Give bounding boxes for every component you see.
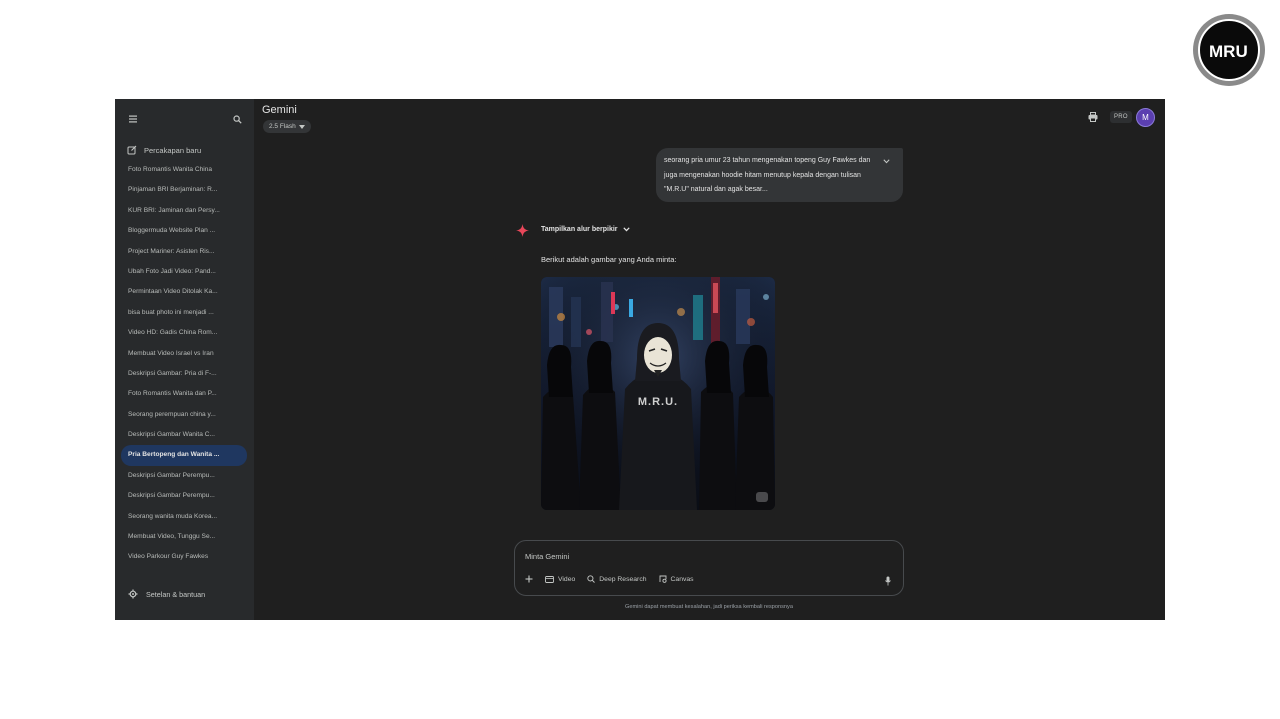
hamburger-icon (129, 115, 137, 123)
edit-icon (127, 145, 137, 155)
recent-chat-item[interactable]: Pinjaman BRI Berjaminan: R... (121, 180, 247, 200)
microphone-button[interactable] (883, 575, 893, 587)
new-chat-label: Percakapan baru (144, 145, 202, 155)
hoodie-text: M.R.U. (638, 396, 678, 408)
recent-chat-item[interactable]: Video Parkour Guy Fawkes (121, 547, 247, 567)
recent-chat-item[interactable]: Project Mariner: Asisten Ris... (121, 242, 247, 262)
prompt-input[interactable] (525, 549, 855, 563)
disclaimer-text: Gemini dapat membuat kesalahan, jadi per… (625, 604, 793, 610)
recent-chat-item[interactable]: Video HD: Gadis China Rom... (121, 323, 247, 343)
recent-chat-item[interactable]: Membuat Video Israel vs Iran (121, 344, 247, 364)
response-text: Berikut adalah gambar yang Anda minta: (541, 255, 677, 264)
recent-chat-item[interactable]: Deskripsi Gambar Perempu... (121, 486, 247, 506)
deep-research-button[interactable]: Deep Research (587, 575, 647, 583)
gemini-spark-icon (516, 224, 529, 237)
thinking-label: Tampilkan alur berpikir (541, 226, 618, 233)
gemini-app-window: Percakapan baru Foto Romantis Wanita Chi… (115, 99, 1165, 620)
search-button[interactable] (227, 109, 247, 129)
recent-chat-item-active[interactable]: Pria Bertopeng dan Wanita ... (121, 445, 247, 466)
caret-down-icon (298, 124, 305, 129)
recent-chat-item[interactable]: KUR BRI: Jaminan dan Persy... (121, 201, 247, 221)
pro-badge: PRO (1110, 111, 1132, 123)
recent-chat-item[interactable]: Seorang perempuan china y... (121, 405, 247, 425)
logo-mark: MRU (1209, 42, 1248, 61)
recent-chat-item[interactable]: Deskripsi Gambar Perempu... (121, 466, 247, 486)
app-title: Gemini (262, 104, 297, 116)
recent-chat-item[interactable]: Membuat Video, Tunggu Se... (121, 527, 247, 547)
recent-chat-item[interactable]: Foto Romantis Wanita China (121, 160, 247, 180)
new-chat-button[interactable]: Percakapan baru (127, 142, 247, 158)
user-message-text: seorang pria umur 23 tahun mengenakan to… (664, 157, 871, 193)
user-message-bubble: seorang pria umur 23 tahun mengenakan to… (656, 148, 903, 202)
recent-chat-item[interactable]: Deskripsi Gambar Wanita C... (121, 425, 247, 445)
model-label: 2.5 Flash (269, 123, 296, 130)
generated-image-art: M.R.U. (541, 277, 775, 510)
recent-chat-item[interactable]: Bloggermuda Website Plan ... (121, 221, 247, 241)
settings-label: Setelan & bantuan (146, 589, 206, 599)
logo-text: MRU (1209, 42, 1248, 61)
recent-chat-item[interactable]: Permintaan Video Ditolak Ka... (121, 282, 247, 302)
deep-research-label: Deep Research (599, 575, 647, 583)
logo-inner: MRU (1198, 19, 1260, 81)
recent-chats-list: Foto Romantis Wanita China Pinjaman BRI B… (121, 160, 247, 568)
chevron-down-icon (882, 158, 890, 163)
prompt-composer: Video Deep Research Canvas (514, 540, 904, 596)
menu-button[interactable] (123, 109, 143, 129)
print-button[interactable] (1086, 110, 1100, 124)
video-icon (545, 575, 554, 583)
canvas-tool-label: Canvas (670, 575, 694, 583)
show-thinking-button[interactable]: Tampilkan alur berpikir (541, 226, 630, 233)
video-tool-label: Video (558, 575, 576, 583)
model-selector[interactable]: 2.5 Flash (263, 120, 311, 133)
canvas-icon (659, 575, 667, 583)
generated-image[interactable]: M.R.U. (541, 277, 775, 510)
main-panel: Gemini 2.5 Flash PRO M seorang pria umur… (254, 99, 1165, 620)
video-tool-button[interactable]: Video (545, 576, 575, 583)
printer-icon (1088, 112, 1098, 122)
channel-logo: MRU (1193, 14, 1265, 86)
chevron-down-icon (622, 227, 630, 232)
canvas-tool-button[interactable]: Canvas (659, 575, 694, 583)
image-download-button[interactable] (756, 492, 768, 502)
plus-icon (525, 575, 533, 583)
sidebar: Percakapan baru Foto Romantis Wanita Chi… (115, 99, 254, 620)
gear-icon (128, 589, 138, 599)
composer-tools: Video Deep Research Canvas (525, 575, 694, 583)
recent-chat-item[interactable]: Deskripsi Gambar: Pria di F-... (121, 364, 247, 384)
microphone-icon (885, 576, 891, 586)
settings-help-button[interactable]: Setelan & bantuan (128, 589, 205, 599)
expand-message-button[interactable] (881, 156, 891, 166)
user-avatar[interactable]: M (1136, 108, 1155, 127)
add-button[interactable] (525, 575, 533, 583)
recent-chat-item[interactable]: Seorang wanita muda Korea... (121, 507, 247, 527)
search-icon (232, 114, 242, 124)
recent-chat-item[interactable]: bisa buat photo ini menjadi ... (121, 303, 247, 323)
recent-chat-item[interactable]: Foto Romantis Wanita dan P... (121, 384, 247, 404)
recent-chat-item[interactable]: Ubah Foto Jadi Video: Pand... (121, 262, 247, 282)
deep-research-icon (587, 575, 596, 583)
